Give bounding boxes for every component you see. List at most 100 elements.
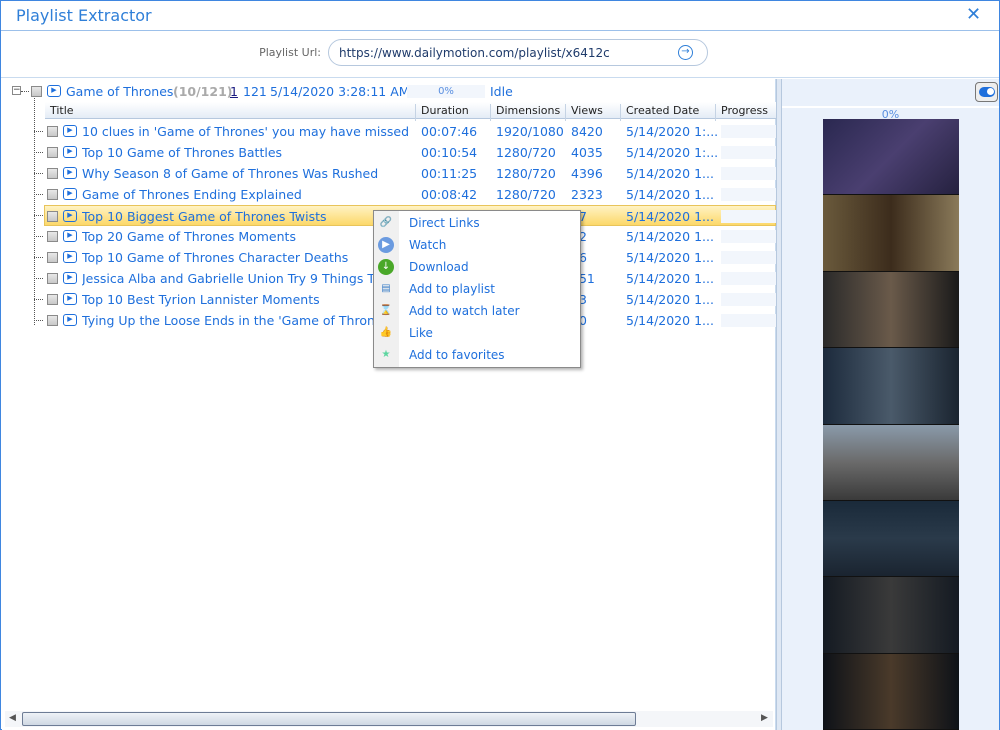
- close-icon[interactable]: ✕: [966, 4, 981, 25]
- video-created-date: 5/14/2020 1...: [626, 271, 714, 286]
- menu-item-label: Direct Links: [409, 216, 480, 230]
- thumbnail-strip: [823, 119, 959, 730]
- checkbox[interactable]: [47, 211, 58, 222]
- checkbox[interactable]: [47, 147, 58, 158]
- video-created-date: 5/14/2020 1...: [626, 292, 714, 307]
- col-progress[interactable]: Progress: [716, 104, 776, 121]
- playlist-total: 121: [243, 84, 267, 99]
- video-dimensions: 1280/720: [496, 166, 556, 181]
- video-icon: ▶: [63, 146, 77, 158]
- title-bar: Playlist Extractor ✕: [1, 1, 999, 31]
- thumbnail: [823, 348, 959, 425]
- video-created-date: 5/14/2020 1...: [626, 187, 714, 202]
- thumbnail: [823, 119, 959, 196]
- playlist-icon: ▶: [47, 85, 61, 97]
- video-title: Why Season 8 of Game of Thrones Was Rush…: [82, 166, 379, 181]
- link-add-icon: 🔗: [379, 217, 393, 228]
- checkbox[interactable]: [47, 252, 58, 263]
- playlist-tree: − ▶ Game of Thrones (10/121) 1 121 5/14/…: [2, 79, 776, 730]
- video-title: Jessica Alba and Gabrielle Union Try 9 T…: [82, 271, 391, 286]
- video-title: 10 clues in 'Game of Thrones' you may ha…: [82, 124, 412, 139]
- menu-item-label: Add to watch later: [409, 304, 520, 318]
- thumbnail: [823, 577, 959, 654]
- thumbnail: [823, 424, 959, 501]
- video-title: Game of Thrones Ending Explained: [82, 187, 302, 202]
- video-progress: [721, 146, 776, 159]
- video-row[interactable]: ▶ 10 clues in 'Game of Thrones' you may …: [2, 121, 776, 142]
- url-row: Playlist Url: https://www.dailymotion.co…: [1, 32, 999, 78]
- menu-item-download[interactable]: ↓ Download: [374, 256, 580, 278]
- video-duration: 00:10:54: [421, 145, 478, 160]
- star-icon: ★: [381, 349, 391, 360]
- video-title: Top 10 Game of Thrones Character Deaths: [82, 250, 349, 265]
- video-created-date: 5/14/2020 1:...: [626, 124, 719, 139]
- col-created-date[interactable]: Created Date: [621, 104, 716, 121]
- checkbox[interactable]: [47, 168, 58, 179]
- playlist-root-row[interactable]: ▶ Game of Thrones (10/121) 1 121 5/14/20…: [2, 81, 776, 102]
- video-progress: [721, 293, 776, 306]
- menu-item-watch[interactable]: ▶ Watch: [374, 234, 580, 256]
- video-created-date: 5/14/2020 1...: [626, 166, 714, 181]
- thumbnail: [823, 500, 959, 578]
- checkbox[interactable]: [47, 273, 58, 284]
- col-duration[interactable]: Duration: [416, 104, 491, 121]
- menu-item-label: Add to playlist: [409, 282, 495, 296]
- thumbnail: [823, 653, 959, 730]
- menu-item-label: Download: [409, 260, 469, 274]
- menu-item-add-to-playlist[interactable]: ▤ Add to playlist: [374, 278, 580, 300]
- video-dimensions: 1280/720: [496, 145, 556, 160]
- video-icon: ▶: [63, 251, 77, 263]
- playlist-status: Idle: [490, 84, 513, 99]
- video-row[interactable]: ▶ Top 10 Game of Thrones Battles 00:10:5…: [2, 142, 776, 163]
- menu-item-direct-links[interactable]: 🔗 Direct Links: [374, 212, 580, 234]
- col-title[interactable]: Title: [45, 104, 416, 121]
- checkbox[interactable]: [47, 294, 58, 305]
- video-progress: [721, 230, 776, 243]
- playlist-progress: 0%: [407, 85, 485, 98]
- menu-item-label: Add to favorites: [409, 348, 505, 362]
- checkbox[interactable]: [47, 189, 58, 200]
- video-progress: [721, 210, 776, 223]
- menu-item-like[interactable]: 👍 Like: [374, 322, 580, 344]
- menu-item-add-to-watch-later[interactable]: ⌛ Add to watch later: [374, 300, 580, 322]
- window-title: Playlist Extractor: [16, 6, 152, 25]
- playlist-url-input[interactable]: https://www.dailymotion.com/playlist/x64…: [328, 39, 708, 66]
- col-dimensions[interactable]: Dimensions: [491, 104, 566, 121]
- video-icon: ▶: [63, 314, 77, 326]
- video-progress: [721, 125, 776, 138]
- video-row[interactable]: ▶ Why Season 8 of Game of Thrones Was Ru…: [2, 163, 776, 184]
- video-dimensions: 1280/720: [496, 187, 556, 202]
- thumbnail: [823, 271, 959, 349]
- checkbox[interactable]: [47, 126, 58, 137]
- video-created-date: 5/14/2020 1...: [626, 209, 714, 224]
- checkbox[interactable]: [47, 231, 58, 242]
- video-duration: 00:11:25: [421, 166, 478, 181]
- column-header: Title Duration Dimensions Views Created …: [45, 102, 776, 121]
- menu-item-add-to-favorites[interactable]: ★ Add to favorites: [374, 344, 580, 366]
- video-duration: 00:08:42: [421, 187, 478, 202]
- video-row[interactable]: ▶ Game of Thrones Ending Explained 00:08…: [2, 184, 776, 205]
- checkbox[interactable]: [47, 315, 58, 326]
- video-icon: ▶: [63, 188, 77, 200]
- playlist-name: Game of Thrones: [66, 84, 174, 99]
- video-progress: [721, 314, 776, 327]
- col-views[interactable]: Views: [566, 104, 621, 121]
- video-icon: ▶: [63, 125, 77, 137]
- go-arrow-icon[interactable]: →: [678, 45, 693, 60]
- scrollbar-thumb[interactable]: [22, 712, 636, 726]
- video-title: Top 10 Biggest Game of Thrones Twists: [82, 209, 327, 224]
- horizontal-scrollbar[interactable]: ◀ ▶: [5, 711, 773, 727]
- checkbox[interactable]: [31, 86, 42, 97]
- video-dimensions: 1920/1080: [496, 124, 564, 139]
- preview-toggle[interactable]: [975, 82, 998, 102]
- video-icon: ▶: [63, 293, 77, 305]
- playlist-extractor-window: Playlist Extractor ✕ Playlist Url: https…: [0, 0, 1000, 730]
- page-link[interactable]: 1: [230, 84, 238, 99]
- video-duration: 00:07:46: [421, 124, 478, 139]
- scroll-left-icon[interactable]: ◀: [9, 713, 16, 723]
- video-title: Top 20 Game of Thrones Moments: [82, 229, 296, 244]
- video-created-date: 5/14/2020 1:...: [626, 145, 719, 160]
- video-title: Top 10 Game of Thrones Battles: [82, 145, 283, 160]
- menu-item-label: Watch: [409, 238, 447, 252]
- scroll-right-icon[interactable]: ▶: [761, 713, 768, 723]
